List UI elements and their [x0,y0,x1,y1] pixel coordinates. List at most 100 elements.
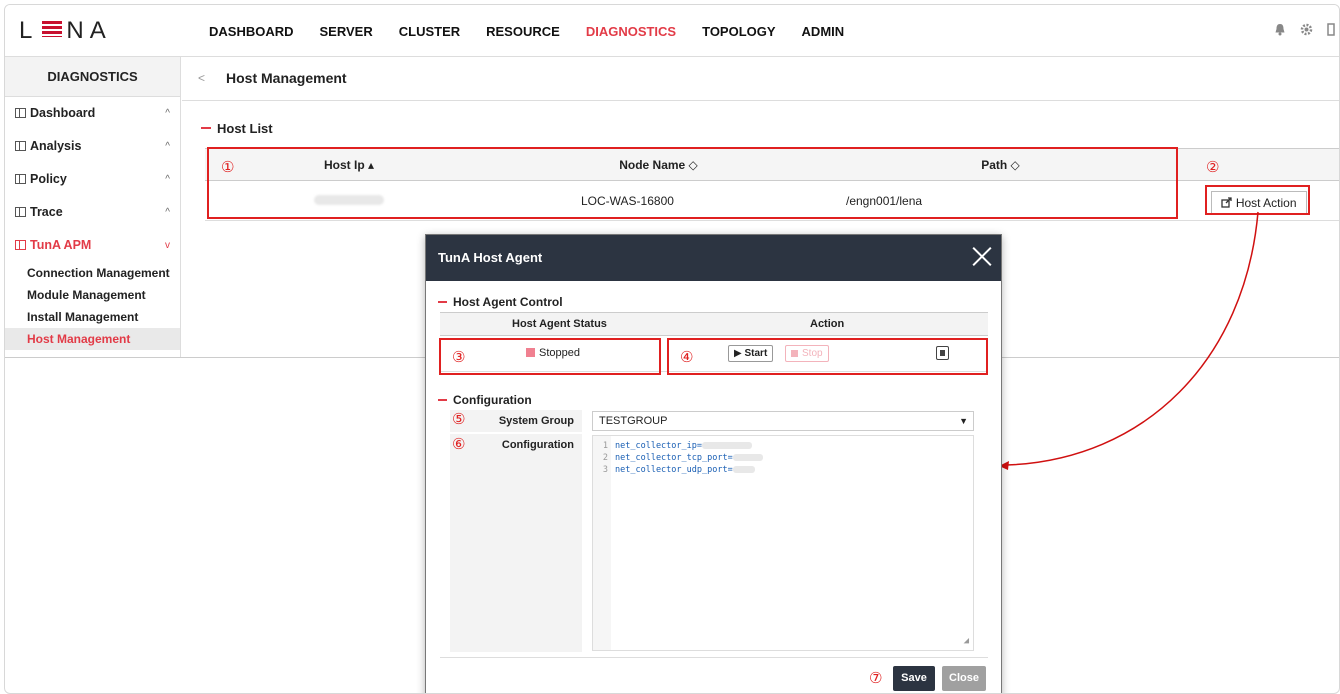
footer-divider [440,657,988,658]
logo-letter-l: L [19,17,39,44]
system-group-select[interactable]: TESTGROUP ▼ [592,411,974,431]
close-button[interactable]: Close [942,666,986,691]
bell-icon[interactable] [1274,23,1286,36]
collapse-sidebar-button[interactable]: < [198,71,205,85]
gear-icon[interactable] [1300,23,1313,36]
dialog-header: TunA Host Agent [426,235,1001,281]
logout-icon[interactable] [1327,23,1335,36]
redacted-value [702,442,752,449]
annotation-number-5: ⑤ [452,411,466,428]
start-label: Start [744,348,768,359]
sidebar-item-policy[interactable]: Policy ^ [5,163,180,196]
sidebar-subitem-module-management[interactable]: Module Management [5,284,180,306]
close-icon[interactable] [971,245,993,267]
configuration-editor[interactable]: 1 2 3 net_collector_ip= net_collector_tc… [592,435,974,651]
panel-icon [15,207,26,217]
col-action [1177,148,1339,181]
redacted-value [732,466,755,473]
redacted-ip [314,194,384,205]
sidebar-item-analysis[interactable]: Analysis ^ [5,130,180,163]
panel-icon [15,240,26,250]
line-numbers: 1 2 3 [593,436,611,650]
sidebar-title: DIAGNOSTICS [5,57,180,97]
section-dash [438,399,447,401]
annotation-arrow [999,211,1259,470]
code-text: net_collector_ip= [615,441,702,451]
col-node-name[interactable]: Node Name ◇ [493,148,824,181]
code-text: net_collector_udp_port= [615,465,733,475]
annotation-number-1: ① [221,159,235,176]
sidebar-item-label: Dashboard [30,106,96,120]
control-row: Stopped ▶ Start Stop [440,336,988,372]
code-line: net_collector_ip= [615,440,763,452]
trash-icon[interactable] [936,346,949,360]
page-title: Host Management [226,70,347,86]
sidebar-subitem-host-management[interactable]: Host Management [5,328,180,350]
status-badge: Stopped [526,347,580,359]
cell-host-ip [205,180,493,221]
annotation-number-2: ② [1206,159,1220,176]
lena-logo[interactable]: L NA [19,17,112,45]
chevron-up-icon: ^ [165,174,170,185]
resize-handle-icon[interactable]: ◢ [964,636,969,646]
nav-dashboard[interactable]: DASHBOARD [209,24,294,39]
chevron-up-icon: ^ [165,108,170,119]
sidebar-item-dashboard[interactable]: Dashboard ^ [5,97,180,130]
col-host-ip[interactable]: Host Ip ▴ [205,148,493,181]
stopped-square-icon [526,348,535,357]
control-table-header: Host Agent Status Action [440,312,988,336]
dialog-title: TunA Host Agent [438,250,543,265]
host-table-header: Host Ip ▴ Node Name ◇ Path ◇ [205,148,1339,181]
code-line: net_collector_tcp_port= [615,452,763,464]
app-window: L NA DASHBOARD SERVER CLUSTER RESOURCE DI… [4,4,1340,694]
section-dash [201,127,211,129]
host-list-title-text: Host List [217,121,273,136]
system-group-value: TESTGROUP [599,415,668,427]
save-button[interactable]: Save [893,666,935,691]
nav-admin[interactable]: ADMIN [802,24,845,39]
nav-server[interactable]: SERVER [320,24,373,39]
stop-button[interactable]: Stop [785,345,829,362]
sidebar-item-tuna-apm[interactable]: TunA APM v [5,229,180,262]
logo-bars [42,21,63,37]
line-number: 1 [602,441,608,451]
sidebar-subitem-connection-management[interactable]: Connection Management [5,262,180,284]
sidebar-item-label: Trace [30,205,63,219]
sidebar-subitem-install-management[interactable]: Install Management [5,306,180,328]
play-icon: ▶ [734,348,742,359]
top-navbar: L NA DASHBOARD SERVER CLUSTER RESOURCE DI… [5,5,1339,57]
nav-topology[interactable]: TOPOLOGY [702,24,775,39]
sidebar-item-trace[interactable]: Trace ^ [5,196,180,229]
annotation-number-7: ⑦ [869,670,883,687]
status-text: Stopped [539,347,580,359]
chevron-down-icon: v [165,240,170,251]
col-host-agent-status: Host Agent Status [512,318,607,330]
system-group-label: System Group [450,410,582,432]
nav-cluster[interactable]: CLUSTER [399,24,460,39]
col-path[interactable]: Path ◇ [824,148,1177,181]
line-number: 3 [602,465,608,475]
start-button[interactable]: ▶ Start [728,345,774,362]
host-agent-control-text: Host Agent Control [453,295,563,309]
sidebar-item-label: TunA APM [30,238,92,252]
main-menu: DASHBOARD SERVER CLUSTER RESOURCE DIAGNO… [209,24,870,39]
host-agent-control-title: Host Agent Control [438,295,563,309]
external-link-icon [1221,197,1233,208]
sidebar: DIAGNOSTICS Dashboard ^ Analysis ^ Policy ^… [5,57,181,357]
tuna-host-agent-dialog: TunA Host Agent Host Agent Control Host … [425,234,1002,693]
code-text: net_collector_tcp_port= [615,453,733,463]
stop-icon [791,350,798,357]
annotation-number-6: ⑥ [452,436,466,453]
configuration-title: Configuration [438,393,532,407]
breadcrumb: < Host Management [182,57,1339,101]
chevron-down-icon: ▼ [959,416,968,426]
cell-node-name: LOC-WAS-16800 [493,180,824,221]
sidebar-item-label: Policy [30,172,67,186]
annotation-number-3: ③ [452,349,466,366]
nav-diagnostics[interactable]: DIAGNOSTICS [586,24,676,39]
nav-resource[interactable]: RESOURCE [486,24,560,39]
sidebar-item-label: Analysis [30,139,82,153]
host-list-title: Host List [201,121,273,136]
code-line: net_collector_udp_port= [615,464,763,476]
panel-icon [15,141,26,151]
